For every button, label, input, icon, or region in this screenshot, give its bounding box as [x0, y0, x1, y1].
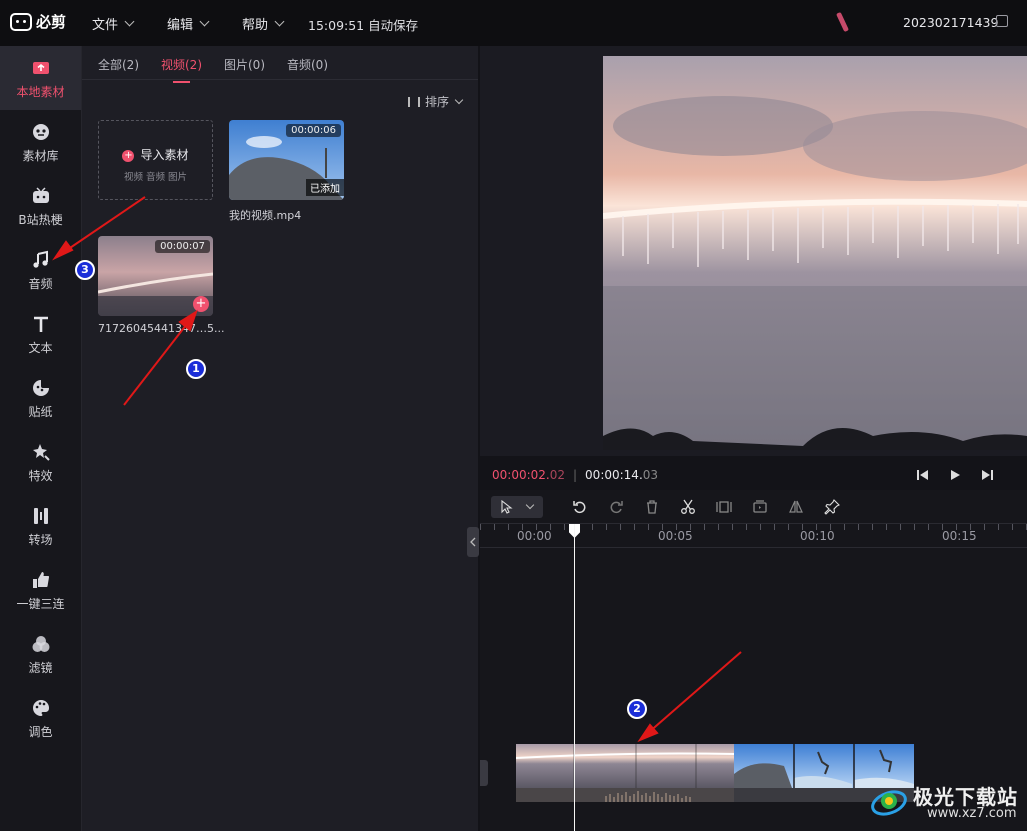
annotation-badge: 2	[627, 699, 647, 719]
watermark-url: www.xz7.com	[927, 806, 1017, 821]
annotation-badge: 3	[75, 260, 95, 280]
annotation-arrows	[52, 196, 742, 743]
watermark-logo-icon	[871, 790, 907, 816]
annotation-badge: 1	[186, 359, 206, 379]
watermark: 极光下载站 www.xz7.com	[865, 775, 1027, 831]
